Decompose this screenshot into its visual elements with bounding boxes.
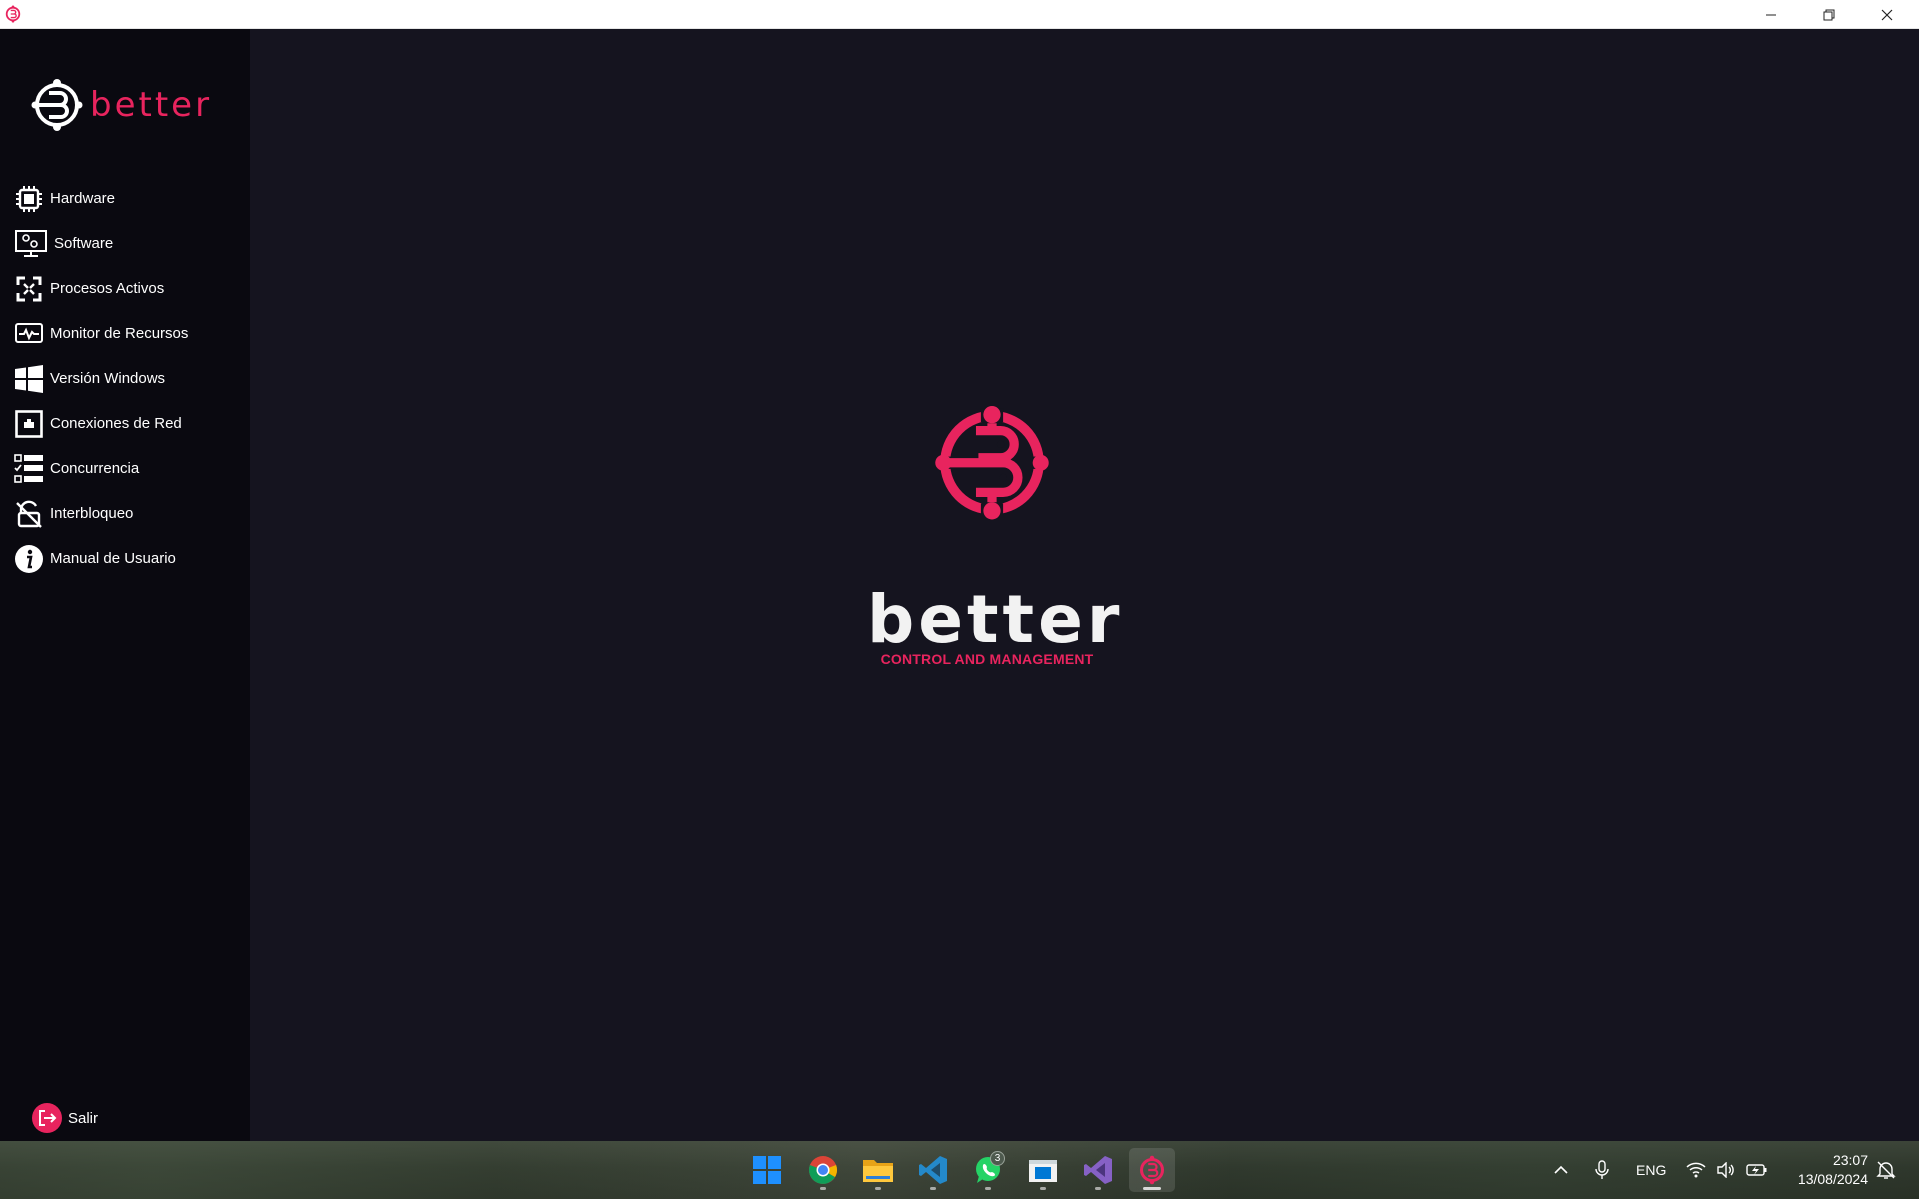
taskbar-store[interactable] — [1020, 1148, 1066, 1192]
sidebar-nav: Hardware Software Procesos Activos Monit… — [0, 176, 250, 581]
info-icon — [14, 544, 44, 574]
file-explorer-icon — [863, 1160, 893, 1182]
sidebar-item-label: Procesos Activos — [50, 280, 165, 297]
sidebar-item-manual-de-usuario[interactable]: Manual de Usuario — [0, 536, 250, 581]
language-indicator[interactable]: ENG — [1636, 1141, 1666, 1199]
notification-badge: 3 — [990, 1151, 1005, 1166]
checklist-icon — [14, 453, 44, 484]
restore-icon — [1823, 9, 1835, 20]
restore-button[interactable] — [1800, 0, 1858, 29]
close-icon — [1881, 9, 1893, 20]
cpu-icon — [14, 184, 44, 214]
battery-charging-icon — [1746, 1164, 1767, 1176]
taskbar-vscode[interactable] — [910, 1148, 956, 1192]
volume-icon — [1717, 1162, 1734, 1178]
taskbar-whatsapp[interactable]: 3 — [965, 1148, 1011, 1192]
unlocked-icon — [14, 499, 44, 529]
running-indicator — [930, 1187, 936, 1190]
taskbar-start-button[interactable] — [744, 1148, 790, 1192]
window-title-bar — [0, 0, 1919, 29]
running-indicator — [1143, 1187, 1161, 1190]
vscode-icon — [919, 1156, 947, 1184]
running-indicator — [1095, 1187, 1101, 1190]
sidebar-item-label: Versión Windows — [50, 370, 166, 387]
taskbar-visual-studio[interactable] — [1075, 1148, 1121, 1192]
windows-icon — [14, 364, 44, 394]
running-indicator — [820, 1187, 826, 1190]
sidebar-item-monitor-de-recursos[interactable]: Monitor de Recursos — [0, 311, 250, 356]
logo-wordmark: better — [867, 581, 1124, 658]
sidebar-item-label: Concurrencia — [50, 460, 140, 477]
sidebar-item-label: Interbloqueo — [50, 505, 134, 522]
wifi-button[interactable] — [1686, 1141, 1706, 1199]
main-content: better CONTROL AND MANAGEMENT — [250, 29, 1919, 1141]
better-logo-icon — [935, 406, 1049, 520]
sidebar-item-label: Manual de Usuario — [50, 550, 176, 567]
notification-bell-icon — [1876, 1161, 1896, 1179]
sidebar-item-interbloqueo[interactable]: Interbloqueo — [0, 491, 250, 536]
logout-icon — [32, 1103, 62, 1133]
sidebar-item-conexiones-de-red[interactable]: Conexiones de Red — [0, 401, 250, 446]
exit-button[interactable]: Salir — [32, 1103, 98, 1133]
minimize-button[interactable] — [1742, 0, 1800, 29]
running-indicator — [875, 1187, 881, 1190]
show-hidden-icons-button[interactable] — [1553, 1141, 1569, 1199]
sidebar-item-label: Monitor de Recursos — [50, 325, 189, 342]
better-logo-icon — [5, 5, 21, 23]
network-icon — [14, 409, 44, 439]
process-arrows-icon — [14, 274, 44, 304]
chevron-up-icon — [1554, 1165, 1568, 1174]
better-app-icon — [1140, 1155, 1164, 1185]
sidebar-item-label: Conexiones de Red — [50, 415, 182, 432]
monitor-gear-icon — [14, 229, 48, 259]
clock-time: 23:07 — [1832, 1152, 1868, 1168]
sidebar-item-version-windows[interactable]: Versión Windows — [0, 356, 250, 401]
exit-label: Salir — [68, 1109, 99, 1127]
store-icon — [1029, 1160, 1057, 1182]
wifi-icon — [1686, 1162, 1706, 1178]
notifications-button[interactable] — [1876, 1141, 1896, 1199]
taskbar-better[interactable] — [1129, 1148, 1175, 1192]
minimize-icon — [1766, 14, 1776, 15]
logo-tagline: CONTROL AND MANAGEMENT — [880, 651, 1094, 667]
sidebar-item-procesos-activos[interactable]: Procesos Activos — [0, 266, 250, 311]
chrome-icon — [808, 1156, 837, 1184]
running-indicator — [985, 1187, 991, 1190]
sidebar-item-software[interactable]: Software — [0, 221, 250, 266]
sidebar-item-hardware[interactable]: Hardware — [0, 176, 250, 221]
taskbar-file-explorer[interactable] — [855, 1148, 901, 1192]
taskbar-clock[interactable]: 23:07 13/08/2024 — [1788, 1151, 1868, 1189]
close-button[interactable] — [1858, 0, 1916, 29]
sidebar-item-concurrencia[interactable]: Concurrencia — [0, 446, 250, 491]
running-indicator — [1040, 1187, 1046, 1190]
microphone-button[interactable] — [1594, 1141, 1610, 1199]
clock-date: 13/08/2024 — [1797, 1171, 1868, 1187]
microphone-icon — [1595, 1160, 1609, 1179]
windows-start-icon — [753, 1156, 781, 1184]
volume-button[interactable] — [1716, 1141, 1736, 1199]
taskbar: 3 ENG 23:07 13/08/2024 — [0, 1141, 1919, 1199]
sidebar-brand: better — [30, 75, 212, 135]
battery-button[interactable] — [1746, 1141, 1768, 1199]
visual-studio-icon — [1084, 1156, 1112, 1184]
sidebar-item-label: Software — [54, 235, 114, 252]
sidebar: better Hardware Software Procesos Activo… — [0, 29, 250, 1141]
sidebar-item-label: Hardware — [50, 190, 116, 207]
taskbar-chrome[interactable] — [800, 1148, 846, 1192]
better-logo-icon — [31, 79, 83, 131]
pulse-monitor-icon — [14, 319, 44, 349]
brand-name: better — [90, 85, 213, 125]
